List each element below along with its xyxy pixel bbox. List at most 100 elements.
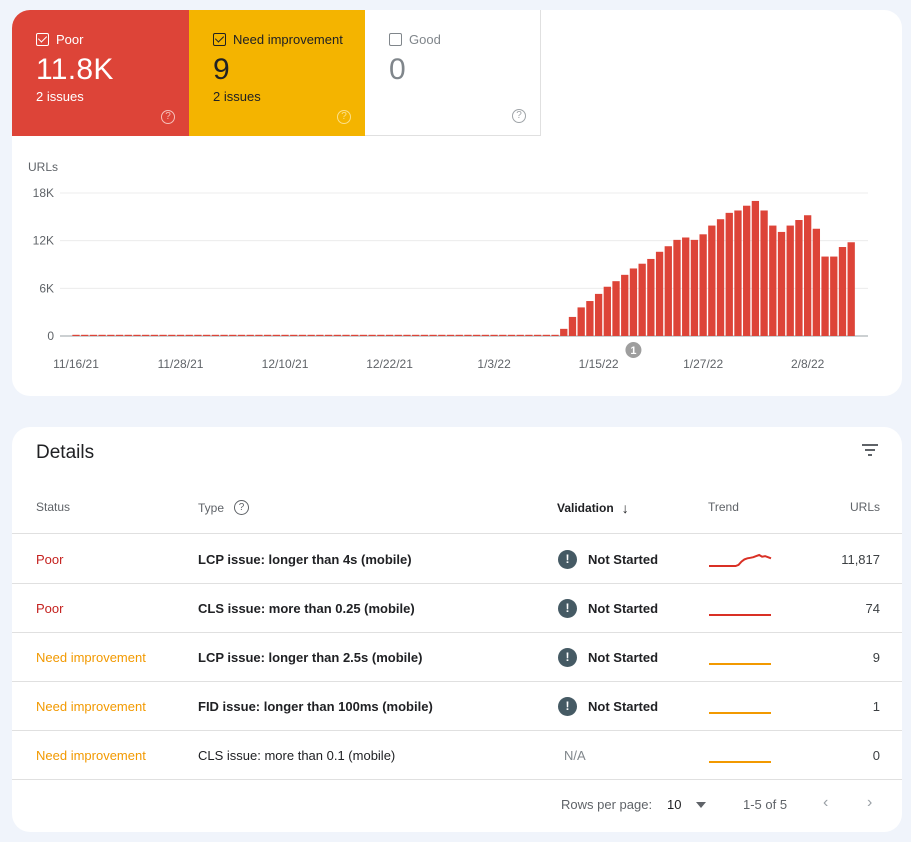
bar[interactable] xyxy=(752,201,759,336)
bar[interactable] xyxy=(456,335,463,336)
tile-poor[interactable]: Poor 11.8K 2 issues ? xyxy=(12,10,189,136)
bar[interactable] xyxy=(560,329,567,336)
bar[interactable] xyxy=(682,237,689,336)
bar[interactable] xyxy=(168,335,175,336)
bar[interactable] xyxy=(760,210,767,336)
previous-page-button[interactable]: ‹ xyxy=(823,794,828,812)
bar[interactable] xyxy=(699,234,706,336)
bar[interactable] xyxy=(203,335,210,336)
bar[interactable] xyxy=(578,307,585,336)
bar[interactable] xyxy=(229,335,236,336)
bar[interactable] xyxy=(639,264,646,336)
bar[interactable] xyxy=(212,335,219,336)
column-header-status[interactable]: Status xyxy=(36,500,70,514)
bar[interactable] xyxy=(133,335,140,336)
bar[interactable] xyxy=(499,335,506,336)
bar[interactable] xyxy=(830,257,837,336)
bar[interactable] xyxy=(107,335,114,336)
bar[interactable] xyxy=(220,335,227,336)
bar[interactable] xyxy=(482,335,489,336)
bar[interactable] xyxy=(177,335,184,336)
bar[interactable] xyxy=(656,252,663,336)
next-page-button[interactable]: › xyxy=(867,794,872,812)
bar[interactable] xyxy=(630,268,637,336)
rows-per-page-select[interactable]: 10 xyxy=(667,797,681,812)
dropdown-arrow-icon[interactable] xyxy=(696,802,706,808)
bar[interactable] xyxy=(90,335,97,336)
bar[interactable] xyxy=(412,335,419,336)
filter-icon[interactable] xyxy=(860,441,880,457)
bar[interactable] xyxy=(447,335,454,336)
help-icon[interactable]: ? xyxy=(234,500,249,515)
bar[interactable] xyxy=(647,259,654,336)
bar[interactable] xyxy=(604,287,611,336)
bar[interactable] xyxy=(769,226,776,336)
bar[interactable] xyxy=(325,335,332,336)
bar[interactable] xyxy=(273,335,280,336)
bar[interactable] xyxy=(534,335,541,336)
table-row[interactable]: Need improvement LCP issue: longer than … xyxy=(12,633,902,682)
bar[interactable] xyxy=(334,335,341,336)
bar[interactable] xyxy=(377,335,384,336)
bar[interactable] xyxy=(98,335,105,336)
bar[interactable] xyxy=(247,335,254,336)
bar[interactable] xyxy=(795,220,802,336)
bar[interactable] xyxy=(787,226,794,336)
bar[interactable] xyxy=(142,335,149,336)
bar[interactable] xyxy=(429,335,436,336)
bar[interactable] xyxy=(734,210,741,336)
bar[interactable] xyxy=(726,213,733,336)
bar[interactable] xyxy=(586,301,593,336)
tile-good[interactable]: Good 0 ? xyxy=(365,10,541,136)
bar[interactable] xyxy=(438,335,445,336)
bar[interactable] xyxy=(490,335,497,336)
bar[interactable] xyxy=(517,335,524,336)
bar[interactable] xyxy=(125,335,132,336)
bar[interactable] xyxy=(299,335,306,336)
bar[interactable] xyxy=(708,226,715,336)
bar[interactable] xyxy=(543,335,550,336)
bar[interactable] xyxy=(308,335,315,336)
bar[interactable] xyxy=(778,232,785,336)
bar[interactable] xyxy=(351,335,358,336)
bar[interactable] xyxy=(612,281,619,336)
bar[interactable] xyxy=(464,335,471,336)
column-header-urls[interactable]: URLs xyxy=(850,500,880,514)
checkbox-checked-icon[interactable] xyxy=(213,33,226,46)
bar[interactable] xyxy=(403,335,410,336)
bar[interactable] xyxy=(264,335,271,336)
table-row[interactable]: Poor LCP issue: longer than 4s (mobile) … xyxy=(12,535,902,584)
bar[interactable] xyxy=(342,335,349,336)
help-icon[interactable]: ? xyxy=(161,110,175,124)
table-row[interactable]: Need improvement CLS issue: more than 0.… xyxy=(12,731,902,780)
bar[interactable] xyxy=(839,247,846,336)
bar[interactable] xyxy=(595,294,602,336)
table-row[interactable]: Need improvement FID issue: longer than … xyxy=(12,682,902,731)
bar[interactable] xyxy=(194,335,201,336)
column-header-type[interactable]: Type ? xyxy=(198,500,249,515)
bar[interactable] xyxy=(525,335,532,336)
table-row[interactable]: Poor CLS issue: more than 0.25 (mobile) … xyxy=(12,584,902,633)
bar[interactable] xyxy=(673,240,680,336)
bar[interactable] xyxy=(151,335,158,336)
bar[interactable] xyxy=(159,335,166,336)
bar[interactable] xyxy=(551,335,558,336)
bar[interactable] xyxy=(72,335,79,336)
bar[interactable] xyxy=(255,335,262,336)
bar[interactable] xyxy=(395,335,402,336)
bar[interactable] xyxy=(290,335,297,336)
bar[interactable] xyxy=(238,335,245,336)
bar[interactable] xyxy=(386,335,393,336)
checkbox-unchecked-icon[interactable] xyxy=(389,33,402,46)
bar[interactable] xyxy=(368,335,375,336)
bar[interactable] xyxy=(621,275,628,336)
bar[interactable] xyxy=(508,335,515,336)
bar[interactable] xyxy=(821,257,828,336)
bar[interactable] xyxy=(665,246,672,336)
bar[interactable] xyxy=(116,335,123,336)
bar[interactable] xyxy=(743,206,750,336)
bar[interactable] xyxy=(473,335,480,336)
bar[interactable] xyxy=(421,335,428,336)
bar[interactable] xyxy=(848,242,855,336)
bar[interactable] xyxy=(569,317,576,336)
